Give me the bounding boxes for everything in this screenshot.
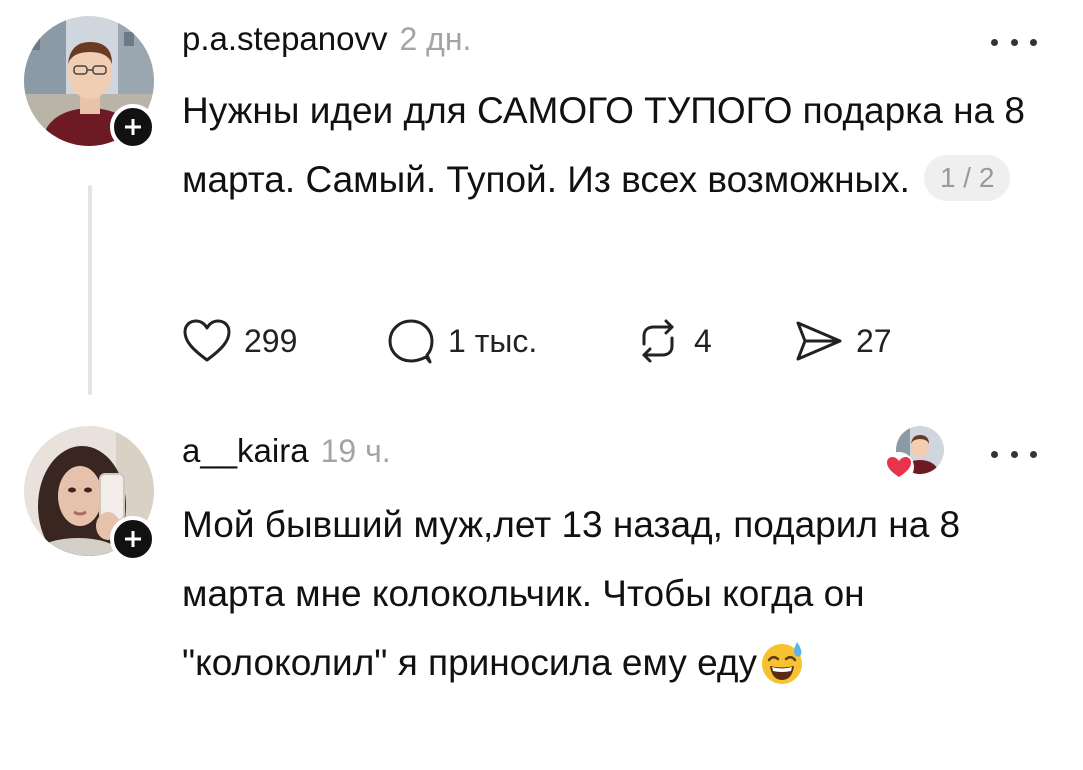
threads-feed: p.a.stepanovv 2 дн. Нужны идеи для САМОГ… <box>0 0 1083 770</box>
sweat-smile-emoji-icon <box>762 642 802 685</box>
post-body: Мой бывший муж,лет 13 назад, подарил на … <box>182 504 961 683</box>
thread-line <box>88 185 92 395</box>
dot-icon <box>991 450 998 458</box>
post-header: a__kaira 19 ч. <box>182 432 391 470</box>
post-body: Нужны идеи для САМОГО ТУПОГО подарка на … <box>182 90 1025 200</box>
reply-button[interactable]: 1 тыс. <box>386 317 634 365</box>
share-button[interactable]: 27 <box>794 318 892 364</box>
share-count: 27 <box>856 322 892 359</box>
repost-button[interactable]: 4 <box>634 318 794 364</box>
heart-icon <box>884 452 914 482</box>
follow-button[interactable] <box>110 516 156 562</box>
username[interactable]: a__kaira <box>182 432 309 470</box>
reply-count: 1 тыс. <box>448 322 538 359</box>
heart-icon <box>183 319 231 362</box>
dot-icon <box>1030 450 1037 458</box>
dot-icon <box>991 38 998 46</box>
dot-icon <box>1010 450 1018 458</box>
dot-icon <box>1030 38 1037 46</box>
repost-icon <box>642 319 674 363</box>
post-text: Мой бывший муж,лет 13 назад, подарил на … <box>182 490 1052 697</box>
timestamp: 2 дн. <box>399 21 472 57</box>
send-icon <box>796 321 842 361</box>
action-bar: 299 1 тыс. 4 27 <box>182 316 892 366</box>
follow-button[interactable] <box>110 104 156 150</box>
repost-count: 4 <box>694 322 712 359</box>
post-text: Нужны идеи для САМОГО ТУПОГО подарка на … <box>182 76 1052 214</box>
like-count: 299 <box>244 322 298 359</box>
timestamp: 19 ч. <box>320 433 391 469</box>
dot-icon <box>1010 38 1018 46</box>
liked-by-author-badge <box>884 426 950 482</box>
username[interactable]: p.a.stepanovv <box>182 20 387 58</box>
like-button[interactable]: 299 <box>182 318 386 364</box>
plus-icon <box>125 119 141 135</box>
post-header: p.a.stepanovv 2 дн. <box>182 20 471 58</box>
comment-icon <box>388 319 434 364</box>
more-options-button[interactable] <box>991 444 1037 464</box>
more-options-button[interactable] <box>991 32 1037 52</box>
plus-icon <box>125 531 141 547</box>
carousel-pager: 1 / 2 <box>923 155 1011 202</box>
